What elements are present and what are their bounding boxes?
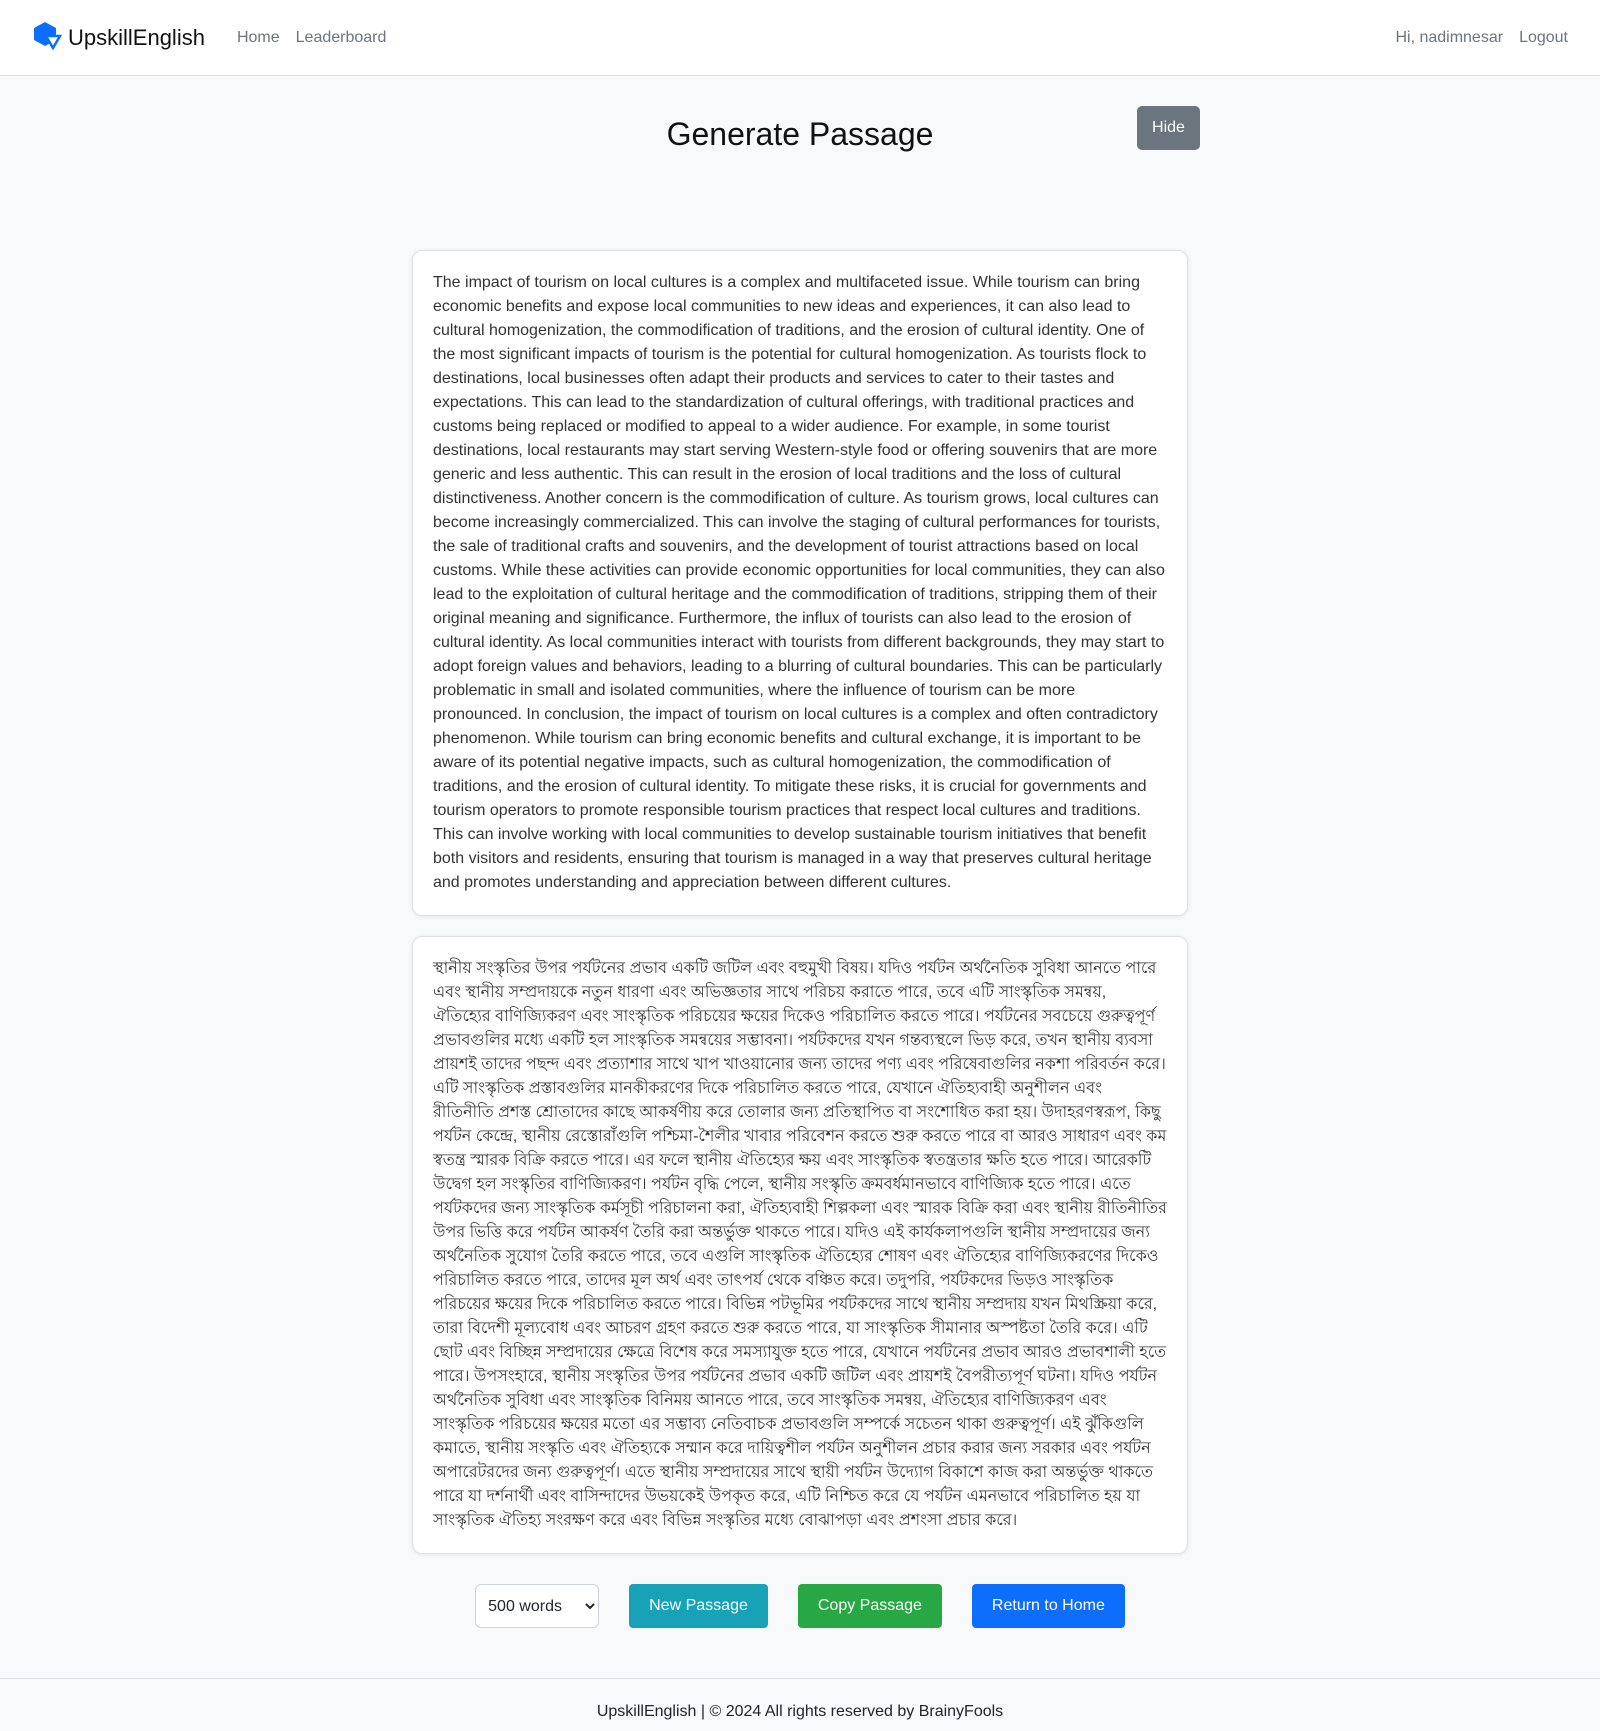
- passage-controls: 500 words New Passage Copy Passage Retur…: [412, 1584, 1188, 1628]
- bengali-passage-text: স্থানীয় সংস্কৃতির উপর পর্যটনের প্রভাব এ…: [433, 960, 1167, 1529]
- brand-name: UpskillEnglish: [68, 24, 205, 50]
- copy-passage-button[interactable]: Copy Passage: [797, 1584, 942, 1628]
- english-passage-card: The impact of tourism on local cultures …: [412, 250, 1188, 916]
- new-passage-button[interactable]: New Passage: [629, 1584, 768, 1628]
- return-home-button[interactable]: Return to Home: [971, 1584, 1125, 1628]
- bengali-passage-card: স্থানীয় সংস্কৃতির উপর পর্যটনের প্রভাব এ…: [412, 936, 1188, 1554]
- page-header: Generate Passage Hide: [412, 76, 1200, 176]
- page-title: Generate Passage: [666, 116, 934, 152]
- footer: UpskillEnglish | © 2024 All rights reser…: [0, 1678, 1600, 1731]
- main-content: Generate Passage Hide The impact of tour…: [412, 76, 1200, 1628]
- nav-link-leaderboard[interactable]: Leaderboard: [296, 29, 387, 47]
- brand[interactable]: UpskillEnglish: [32, 20, 205, 55]
- hide-button[interactable]: Hide: [1137, 106, 1200, 150]
- footer-text: UpskillEnglish | © 2024 All rights reser…: [596, 1703, 1004, 1720]
- nav-link-home[interactable]: Home: [237, 29, 280, 47]
- word-count-select[interactable]: 500 words: [475, 1584, 600, 1628]
- user-greeting[interactable]: Hi, nadimnesar: [1395, 29, 1503, 47]
- nav-user-area: Hi, nadimnesar Logout: [1395, 29, 1568, 47]
- logout-link[interactable]: Logout: [1519, 29, 1568, 47]
- english-passage-text: The impact of tourism on local cultures …: [433, 274, 1165, 891]
- navbar: UpskillEnglish Home Leaderboard Hi, nadi…: [0, 0, 1600, 76]
- upskill-logo-icon: [32, 20, 63, 55]
